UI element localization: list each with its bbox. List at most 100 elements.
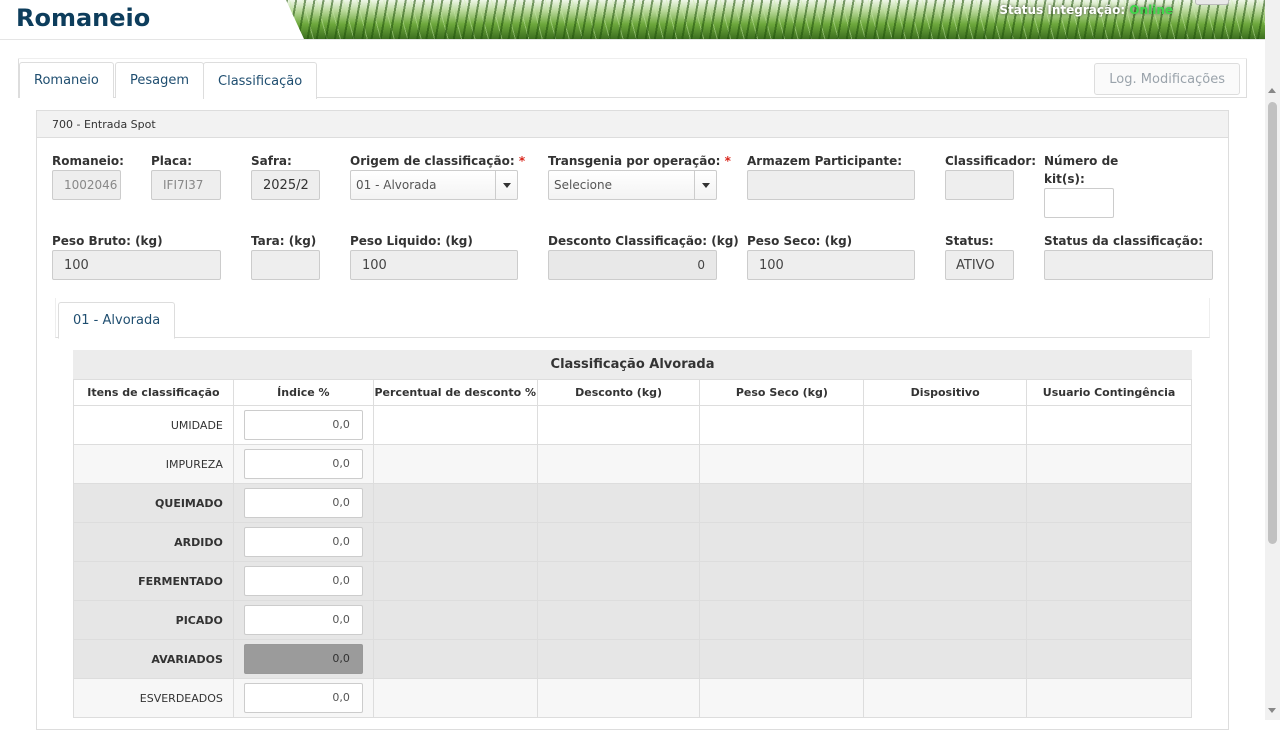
transgenia-label: Transgenia por operação: * — [548, 152, 731, 170]
num-kits-input[interactable] — [1044, 188, 1114, 218]
row-percentual-cell — [372, 483, 538, 523]
classification-table: Classificação Alvorada Itens de classifi… — [73, 350, 1192, 718]
peso-bruto-label: Peso Bruto: (kg) — [52, 234, 163, 248]
index-input[interactable]: 0,0 — [243, 410, 363, 440]
log-modificacoes-button[interactable]: Log. Modificações — [1094, 63, 1240, 95]
row-dispositivo-cell — [863, 561, 1028, 601]
row-item-name: QUEIMADO — [73, 483, 234, 523]
row-dispositivo-cell — [863, 483, 1028, 523]
desconto-field: Desconto Classificação: (kg) 0 — [548, 232, 739, 280]
scroll-down-icon[interactable] — [1268, 708, 1276, 713]
safra-input[interactable]: 2025/2 — [251, 170, 320, 200]
header-menu-button[interactable] — [1195, 0, 1229, 5]
peso-bruto-input[interactable]: 100 — [52, 250, 221, 280]
peso-liquido-input[interactable]: 100 — [350, 250, 518, 280]
tab-romaneio[interactable]: Romaneio — [19, 62, 114, 98]
col-header-peso-seco: Peso Seco (kg) — [699, 379, 865, 406]
page-scrollbar[interactable] — [1265, 0, 1280, 720]
row-peso-seco-cell — [699, 405, 865, 445]
classificador-input[interactable] — [945, 170, 1014, 200]
peso-seco-input[interactable]: 100 — [747, 250, 915, 280]
integration-status-label: Status Integração: — [999, 3, 1126, 17]
table-row: AVARIADOS 0,0 — [73, 639, 1192, 679]
row-item-name: PICADO — [73, 600, 234, 640]
row-index-cell: 0,0 — [232, 678, 374, 718]
col-header-itens: Itens de classificação — [73, 379, 234, 406]
col-header-percentual: Percentual de desconto % — [372, 379, 538, 406]
tara-field: Tara: (kg) — [251, 232, 320, 280]
row-item-name: ESVERDEADOS — [73, 678, 234, 718]
row-percentual-cell — [372, 405, 538, 445]
row-percentual-cell — [372, 600, 538, 640]
row-peso-seco-cell — [699, 639, 865, 679]
index-input[interactable]: 0,0 — [243, 566, 363, 596]
row-desconto-cell — [536, 600, 701, 640]
table-row: PICADO 0,0 — [73, 600, 1192, 640]
origem-field: Origem de classificação: * 01 - Alvorada — [350, 152, 525, 200]
table-row: ESVERDEADOS 0,0 — [73, 678, 1192, 718]
row-peso-seco-cell — [699, 600, 865, 640]
row-usuario-cell — [1026, 600, 1192, 640]
tara-input[interactable] — [251, 250, 320, 280]
col-header-indice: Índice % — [232, 379, 374, 406]
row-usuario-cell — [1026, 405, 1192, 445]
row-percentual-cell — [372, 678, 538, 718]
index-input[interactable]: 0,0 — [243, 449, 363, 479]
armazem-field: Armazem Participante: — [747, 152, 915, 200]
table-row: IMPUREZA 0,0 — [73, 444, 1192, 484]
status-field: Status: ATIVO — [945, 232, 1014, 280]
transgenia-label-text: Transgenia por operação: — [548, 154, 721, 168]
row-usuario-cell — [1026, 639, 1192, 679]
romaneio-label: Romaneio: — [52, 154, 124, 168]
row-item-name: UMIDADE — [73, 405, 234, 445]
table-row: UMIDADE 0,0 — [73, 405, 1192, 445]
chevron-down-icon[interactable] — [694, 171, 716, 199]
classificador-label: Classificador: — [945, 154, 1037, 168]
status-classificacao-input[interactable] — [1044, 250, 1213, 280]
index-input[interactable]: 0,0 — [243, 488, 363, 518]
row-usuario-cell — [1026, 522, 1192, 562]
status-classificacao-field: Status da classificação: — [1044, 232, 1213, 280]
row-percentual-cell — [372, 522, 538, 562]
origem-select[interactable]: 01 - Alvorada — [350, 170, 518, 200]
row-peso-seco-cell — [699, 522, 865, 562]
scroll-thumb[interactable] — [1268, 102, 1277, 544]
row-index-cell: 0,0 — [232, 522, 374, 562]
placa-field: Placa: IFI7I37 — [151, 152, 221, 200]
index-input[interactable]: 0,0 — [243, 527, 363, 557]
romaneio-input[interactable]: 1002046 — [52, 170, 121, 200]
integration-status: Status Integração: Online — [999, 3, 1173, 17]
armazem-input[interactable] — [747, 170, 915, 200]
origem-required-mark: * — [518, 154, 526, 168]
scroll-up-icon[interactable] — [1268, 88, 1276, 93]
placa-label: Placa: — [151, 154, 193, 168]
row-percentual-cell — [372, 561, 538, 601]
tab-pesagem[interactable]: Pesagem — [115, 62, 205, 98]
status-input[interactable]: ATIVO — [945, 250, 1014, 280]
peso-liquido-label: Peso Liquido: (kg) — [350, 234, 473, 248]
col-header-dispositivo: Dispositivo — [863, 379, 1028, 406]
index-input[interactable]: 0,0 — [243, 605, 363, 635]
transgenia-select[interactable]: Selecione — [548, 170, 717, 200]
tab-alvorada[interactable]: 01 - Alvorada — [58, 302, 176, 339]
row-peso-seco-cell — [699, 444, 865, 484]
desconto-input[interactable]: 0 — [548, 250, 717, 280]
table-row: QUEIMADO 0,0 — [73, 483, 1192, 523]
row-usuario-cell — [1026, 561, 1192, 601]
row-dispositivo-cell — [863, 639, 1028, 679]
row-dispositivo-cell — [863, 600, 1028, 640]
row-usuario-cell — [1026, 678, 1192, 718]
chevron-down-icon[interactable] — [495, 171, 517, 199]
placa-input[interactable]: IFI7I37 — [151, 170, 221, 200]
tab-classificacao[interactable]: Classificação — [203, 62, 318, 99]
romaneio-field: Romaneio: 1002046 — [52, 152, 124, 200]
row-index-cell: 0,0 — [232, 405, 374, 445]
status-classificacao-label: Status da classificação: — [1044, 234, 1204, 248]
row-index-cell: 0,0 — [232, 600, 374, 640]
peso-bruto-field: Peso Bruto: (kg) 100 — [52, 232, 221, 280]
index-input[interactable]: 0,0 — [243, 683, 363, 713]
desconto-label: Desconto Classificação: (kg) — [548, 234, 739, 248]
tara-label: Tara: (kg) — [251, 234, 317, 248]
table-row: FERMENTADO 0,0 — [73, 561, 1192, 601]
row-percentual-cell — [372, 639, 538, 679]
